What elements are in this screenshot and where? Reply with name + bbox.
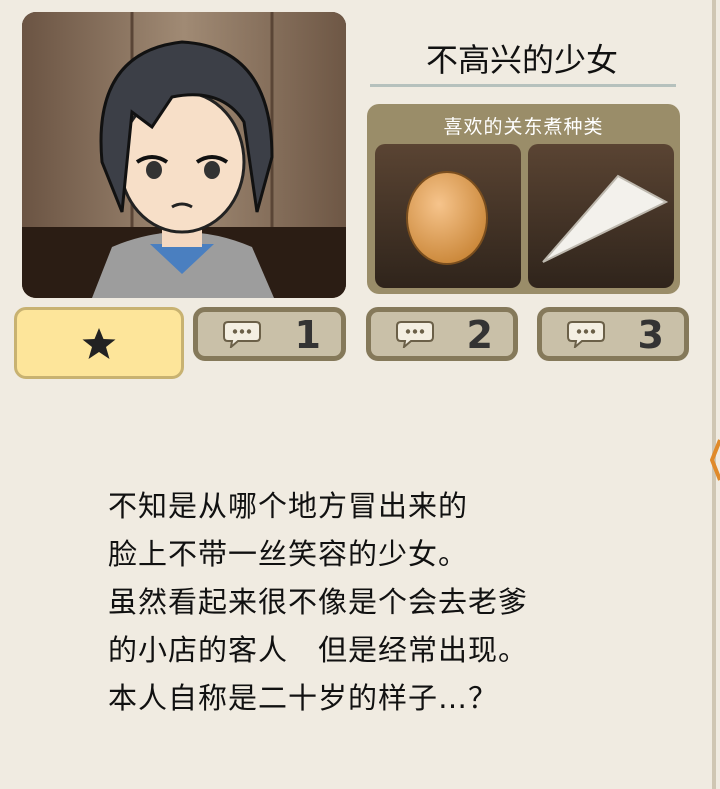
favorite-item-egg [375, 144, 521, 288]
tab-dialogue-3[interactable]: 3 [537, 307, 689, 361]
star-icon [82, 328, 116, 359]
character-description: 不知是从哪个地方冒出来的 脸上不带一丝笑容的少女。 虽然看起来很不像是个会去老爹… [108, 482, 668, 722]
tab-number: 3 [637, 313, 664, 357]
speech-bubble-icon [396, 321, 434, 348]
next-arrow-icon[interactable] [710, 430, 720, 490]
speech-bubble-icon [567, 321, 605, 348]
tab-dialogue-2[interactable]: 2 [366, 307, 518, 361]
tab-number: 2 [466, 313, 493, 357]
favorite-oden-panel: 喜欢的关东煮种类 [367, 104, 680, 294]
egg-icon [375, 144, 521, 288]
speech-bubble-icon [223, 321, 261, 348]
favorite-item-hanpen [528, 144, 674, 288]
name-divider [370, 84, 676, 87]
tab-number: 1 [294, 313, 321, 357]
description-line: 的小店的客人 但是经常出现。 [108, 633, 529, 667]
tab-profile[interactable] [14, 307, 184, 379]
character-name: 不高兴的少女 [425, 41, 618, 79]
hanpen-icon [528, 144, 674, 288]
description-line: 脸上不带一丝笑容的少女。 [108, 537, 469, 571]
character-portrait [22, 12, 346, 298]
favorite-oden-label: 喜欢的关东煮种类 [443, 116, 604, 138]
tab-dialogue-1[interactable]: 1 [193, 307, 346, 361]
description-line: 虽然看起来很不像是个会去老爹 [108, 585, 529, 619]
description-line: 不知是从哪个地方冒出来的 [108, 489, 469, 523]
description-line: 本人自称是二十岁的样子…？ [108, 681, 499, 715]
